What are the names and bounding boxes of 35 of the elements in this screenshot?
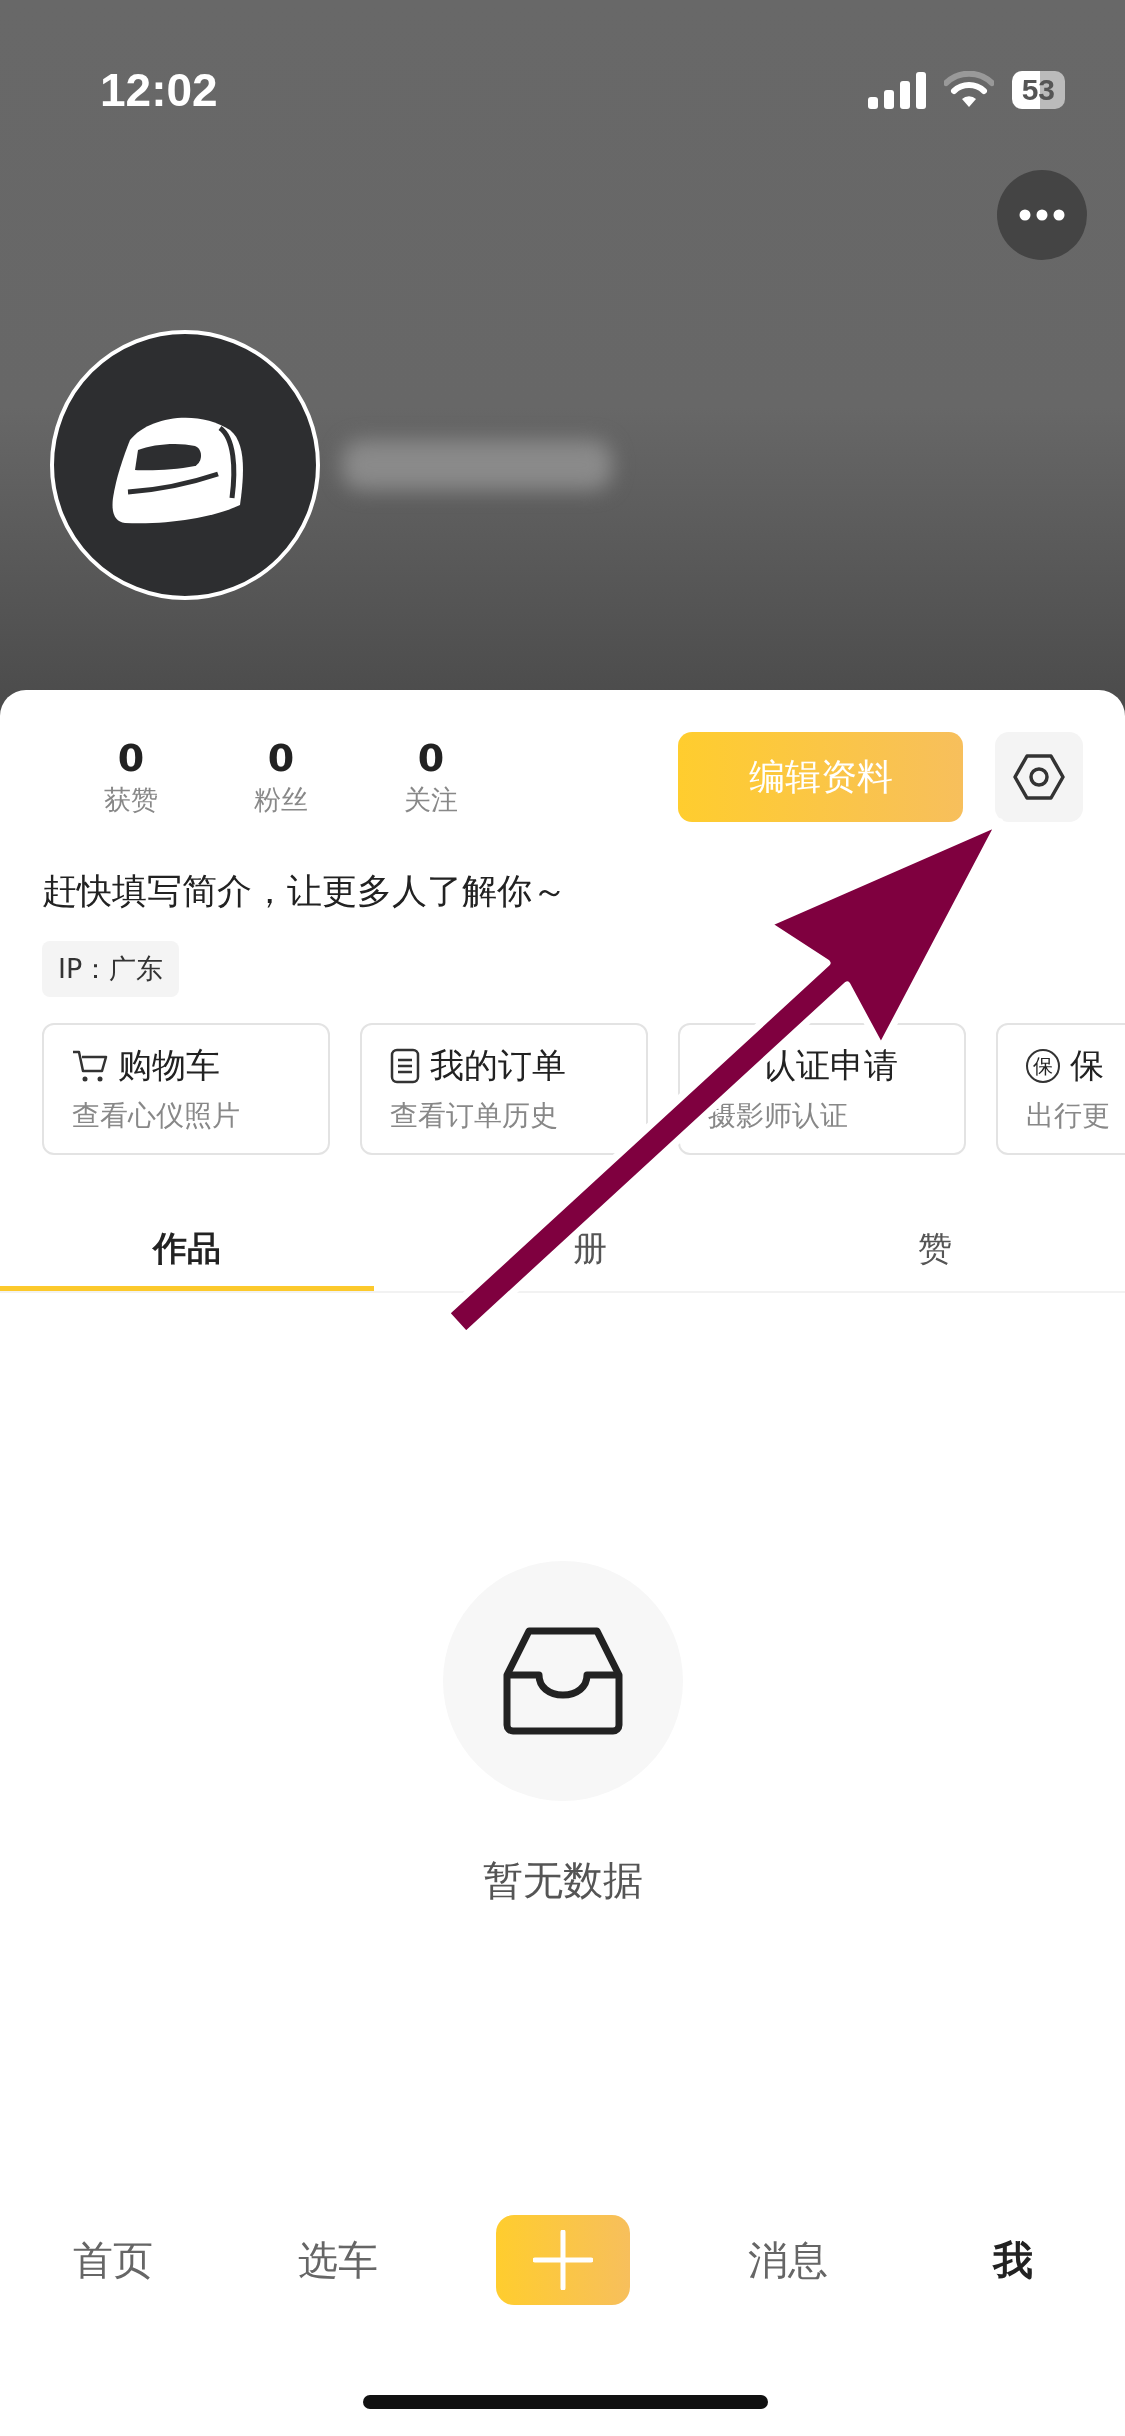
content-tab[interactable]: 册 (374, 1207, 748, 1291)
stat-value: 0 (117, 735, 145, 781)
card-title: 购物车 (118, 1044, 220, 1087)
nav-tab[interactable]: 首页 (72, 2232, 153, 2288)
shortcut-card[interactable]: 购物车 查看心仪照片 (42, 1023, 330, 1155)
bio-text: 赶快填写简介，让更多人了解你～ (41, 870, 568, 913)
plus-icon (532, 2230, 593, 2290)
card-title: 保 (1070, 1044, 1104, 1087)
stat-value: 0 (417, 735, 445, 781)
nav-tab[interactable]: 消息 (747, 2232, 828, 2288)
card-subtitle: 查看订单历史 (390, 1098, 559, 1134)
empty-text: 暂无数据 (482, 1856, 643, 1905)
seal-icon: 保 (1026, 1049, 1060, 1083)
cart-icon (72, 1049, 108, 1083)
card-title: 我的订单 (430, 1044, 566, 1087)
ip-tag: IP：广东 (42, 941, 180, 997)
card-subtitle: 查看心仪照片 (72, 1098, 241, 1134)
wifi-icon (943, 71, 994, 109)
stat-label: 粉丝 (254, 783, 308, 817)
settings-button[interactable] (995, 732, 1083, 822)
signal-icon (867, 71, 926, 109)
card-subtitle: 出行更 (1026, 1098, 1111, 1134)
shortcut-card[interactable]: 保 保 出行更 (996, 1023, 1125, 1155)
status-time: 12:02 (100, 63, 218, 117)
content-tab[interactable]: 作品 (0, 1207, 374, 1291)
battery-indicator: 53 (1011, 71, 1065, 109)
settings-icon (1013, 753, 1065, 801)
more-icon (1019, 209, 1065, 221)
stat-value: 0 (267, 735, 295, 781)
nav-tab[interactable]: 选车 (297, 2232, 378, 2288)
document-icon (390, 1048, 420, 1084)
nav-tab[interactable]: 我 (992, 2232, 1033, 2288)
stat-label: 关注 (404, 783, 458, 817)
content-tab[interactable]: 赞 (748, 1207, 1122, 1291)
stat-label: 获赞 (104, 783, 158, 817)
